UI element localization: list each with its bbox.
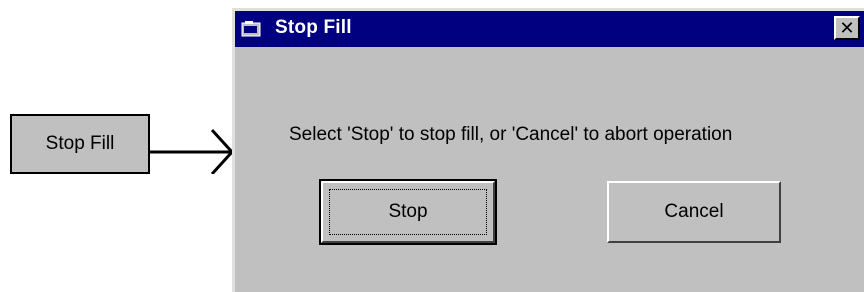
cancel-button-label: Cancel [664,201,724,222]
dialog-titlebar: Stop Fill ✕ [235,11,864,47]
dialog-title: Stop Fill [275,17,352,38]
callout-label: Stop Fill [45,133,115,154]
cancel-button[interactable]: Cancel [607,181,781,243]
dialog-message: Select 'Stop' to stop fill, or 'Cancel' … [289,124,733,145]
close-icon: ✕ [839,18,855,38]
arrow-right-icon [150,128,235,174]
stop-fill-callout-button: Stop Fill [10,114,150,174]
stop-fill-dialog: Stop Fill ✕ Select 'Stop' to stop fill, … [232,8,864,292]
close-button[interactable]: ✕ [834,16,860,40]
stop-button[interactable]: Stop [319,179,497,245]
focus-rectangle [329,189,487,235]
window-app-icon [241,21,261,37]
